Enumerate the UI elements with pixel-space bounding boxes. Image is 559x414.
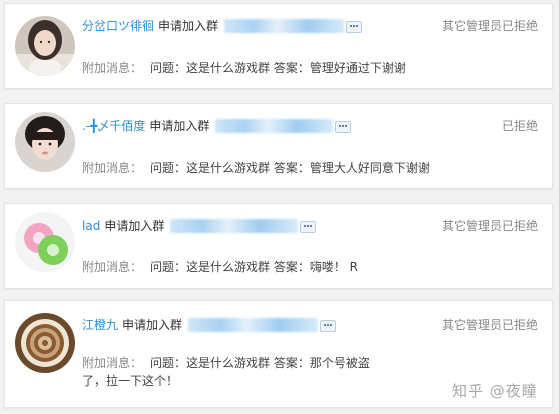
attached-message: 附加消息： 问题：这是什么游戏群 答案：那个号被盗了，拉一下这个！ <box>82 354 382 390</box>
group-name-redacted <box>188 318 319 332</box>
requester-nickname[interactable]: 分岔口ツ徘徊 <box>82 18 154 34</box>
group-icon[interactable] <box>300 221 317 233</box>
attached-message: 附加消息： 问题：这是什么游戏群 答案：管理大人好同意下谢谢 <box>82 159 442 177</box>
request-action-text: 申请加入群 <box>158 19 219 33</box>
attached-message: 附加消息： 问题：这是什么游戏群 答案：管理好通过下谢谢 <box>82 59 442 77</box>
message-label: 附加消息： <box>82 61 143 75</box>
requester-nickname[interactable]: lad <box>82 218 100 234</box>
request-action-text: 申请加入群 <box>104 219 165 233</box>
join-request-card[interactable]: lad 申请加入群 其它管理员已拒绝 附加消息： 问题：这是什么游戏群 答案：嗨喽… <box>4 203 553 289</box>
requester-nickname[interactable]: 江橙九 <box>82 317 118 333</box>
message-label: 附加消息： <box>82 356 143 370</box>
message-text: 问题：这是什么游戏群 答案：管理好通过下谢谢 <box>150 61 406 75</box>
status-text: 已拒绝 <box>501 119 538 133</box>
group-icon[interactable] <box>320 320 337 332</box>
avatar[interactable] <box>15 313 75 373</box>
status-text: 其它管理员已拒绝 <box>441 318 538 332</box>
avatar[interactable] <box>15 212 75 272</box>
group-name-redacted <box>224 19 345 33</box>
avatar[interactable] <box>15 16 75 76</box>
request-action-text: 申请加入群 <box>122 318 183 332</box>
message-label: 附加消息： <box>82 161 143 175</box>
attached-message: 附加消息： 问题：这是什么游戏群 答案：嗨喽！ R <box>82 258 442 276</box>
group-name-redacted <box>170 219 299 233</box>
message-text: 问题：这是什么游戏群 答案：嗨喽！ R <box>150 260 358 274</box>
requester-nickname[interactable]: .-╋乄千佰度 <box>82 118 145 134</box>
join-request-card[interactable]: .-╋乄千佰度 申请加入群 已拒绝 附加消息： 问题：这是什么游戏群 答案：管理大… <box>4 103 553 189</box>
group-icon[interactable] <box>346 21 363 33</box>
join-request-card[interactable]: 分岔口ツ徘徊 申请加入群 其它管理员已拒绝 附加消息： 问题：这是什么游戏群 答案… <box>4 3 553 89</box>
message-label: 附加消息： <box>82 260 143 274</box>
request-action-text: 申请加入群 <box>149 119 210 133</box>
group-icon[interactable] <box>335 121 352 133</box>
status-text: 其它管理员已拒绝 <box>441 19 538 33</box>
message-text: 问题：这是什么游戏群 答案：管理大人好同意下谢谢 <box>150 161 430 175</box>
watermark: 知乎 @夜瞳 <box>452 382 538 400</box>
status-text: 其它管理员已拒绝 <box>441 219 538 233</box>
avatar[interactable] <box>15 112 75 172</box>
group-name-redacted <box>215 119 334 133</box>
